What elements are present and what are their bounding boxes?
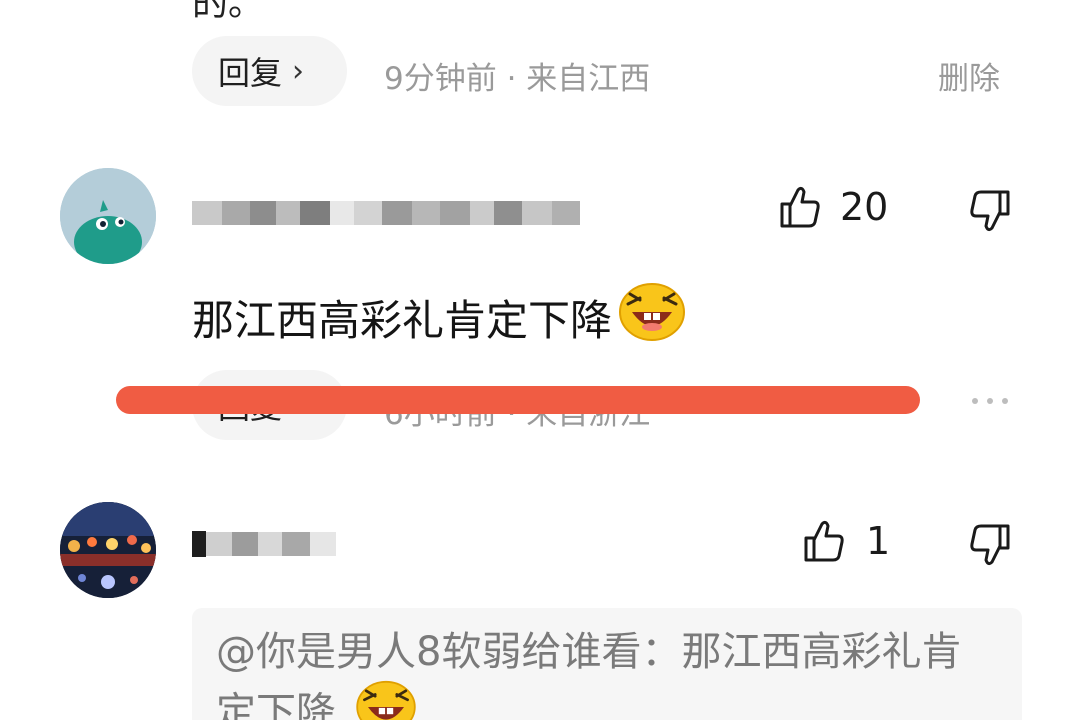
username-redacted[interactable] <box>192 524 342 564</box>
quoted-reply[interactable]: @你是男人8软弱给谁看：那江西高彩礼肯定下降 <box>192 608 1022 720</box>
quote-text: @你是男人8软弱给谁看：那江西高彩礼肯定下降 <box>216 624 976 720</box>
redaction-bar <box>116 386 920 414</box>
thumbs-down-icon <box>970 524 1010 566</box>
avatar[interactable] <box>60 168 156 264</box>
username-redacted[interactable] <box>192 188 612 238</box>
dislike-button[interactable] <box>968 522 1012 568</box>
like-button[interactable]: 1 <box>802 518 890 564</box>
reply-label: 回复 <box>218 54 283 92</box>
thumbs-up-icon <box>804 520 844 562</box>
like-count: 1 <box>866 519 891 563</box>
monster-avatar-icon <box>60 168 156 264</box>
like-count: 20 <box>840 185 889 229</box>
thumbs-down-icon <box>970 190 1010 232</box>
comment-body: 那江西高彩礼肯定下降 <box>192 282 686 352</box>
reply-button[interactable]: 回复 › <box>192 36 347 106</box>
laughing-emoji-icon <box>618 282 686 352</box>
avatar[interactable] <box>60 502 156 598</box>
delete-button[interactable]: 删除 <box>938 53 1000 98</box>
quote-content: @你是男人8软弱给谁看：那江西高彩礼肯定下降 <box>216 629 962 720</box>
comment-time-location: 9分钟前 · 来自江西 <box>384 61 651 97</box>
night-lights-avatar-icon <box>60 502 156 598</box>
comment-text: 那江西高彩礼肯定下降 <box>192 295 613 345</box>
thumbs-up-icon <box>780 186 820 228</box>
chevron-right-icon: › <box>292 53 305 89</box>
more-dots-icon[interactable] <box>972 398 1008 404</box>
clipped-comment-text: 的。 <box>192 0 265 24</box>
dislike-button[interactable] <box>968 188 1012 234</box>
like-button[interactable]: 20 <box>778 184 888 230</box>
laughing-emoji-icon <box>355 680 417 720</box>
